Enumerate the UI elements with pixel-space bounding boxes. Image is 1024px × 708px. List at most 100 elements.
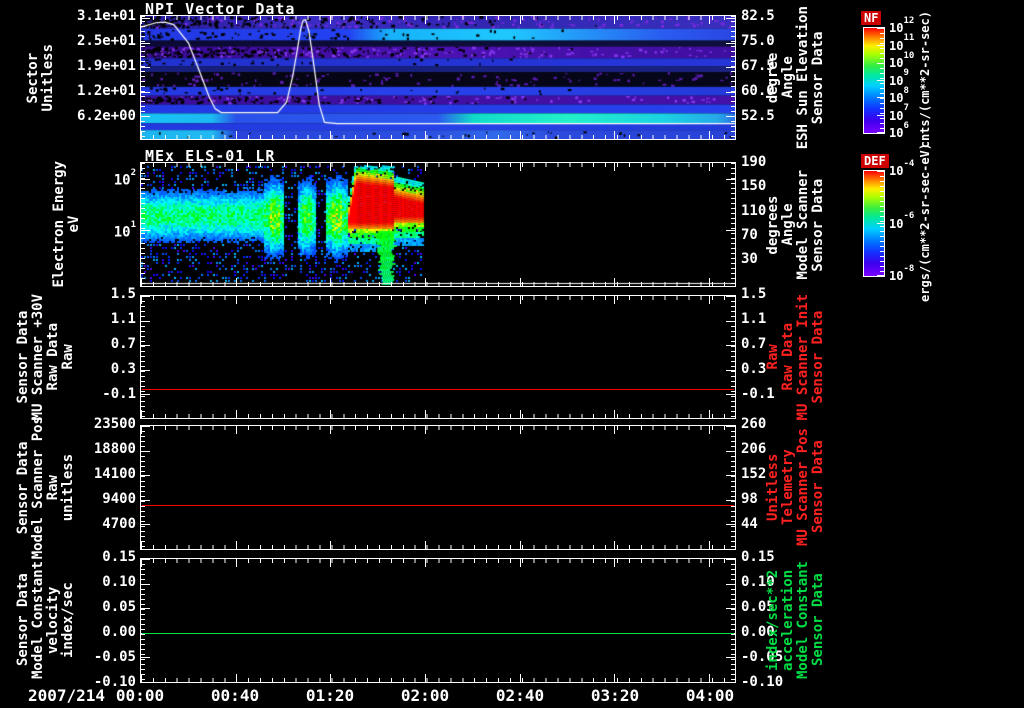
def-colorbar-units: ergs/(cm**2-sr-sec-eV) <box>918 143 932 302</box>
y-tick-label: 70 <box>741 226 758 243</box>
x-major-tick <box>235 278 237 286</box>
x-tick-label: 04:00 <box>685 686 735 705</box>
x-major-tick <box>330 296 332 304</box>
x-major-tick <box>141 296 142 304</box>
x-major-tick <box>614 163 616 171</box>
x-tick-label: 03:20 <box>590 686 640 705</box>
panel-mu-scanner-30v <box>140 295 736 419</box>
x-major-tick <box>425 410 427 418</box>
x-major-tick <box>709 131 711 139</box>
x-major-tick <box>519 410 521 418</box>
x-major-tick <box>519 674 521 682</box>
y-tick-label: 0.3 <box>741 361 767 378</box>
x-major-tick <box>519 163 521 171</box>
x-major-tick <box>519 559 521 567</box>
x-major-tick <box>330 674 332 682</box>
y-axis-label-wrap: Sector Unitless <box>25 15 56 140</box>
y-major-tick <box>141 450 150 452</box>
y-tick-label: 2.5e+01 <box>76 33 136 49</box>
x-major-tick <box>141 410 142 418</box>
y-tick-label: 260 <box>741 416 767 432</box>
x-major-tick <box>141 541 142 549</box>
y-major-tick <box>141 559 150 560</box>
x-major-tick <box>614 131 616 139</box>
x-major-tick <box>330 410 332 418</box>
panel-model-scanner-pos <box>140 425 736 550</box>
x-minor-ticks-top <box>141 426 735 430</box>
x-major-tick <box>614 541 616 549</box>
x-major-tick <box>709 16 711 24</box>
panel-els-spectrogram <box>140 162 736 287</box>
y-major-tick <box>726 178 735 180</box>
y-tick-label: 3.1e+01 <box>76 8 136 24</box>
y-minor-ticks-right <box>731 426 735 549</box>
x-major-tick <box>425 541 427 549</box>
x-major-tick <box>519 278 521 286</box>
right-axis-label-wrap: Sensor Data Model Scanner Angle degrees <box>765 162 826 287</box>
x-major-tick <box>425 16 427 24</box>
x-major-tick <box>141 278 142 286</box>
y-tick-label: 6.2e+00 <box>76 108 136 124</box>
x-major-tick <box>235 410 237 418</box>
x-major-tick <box>519 296 521 304</box>
x-major-tick <box>709 278 711 286</box>
y-major-tick <box>141 116 150 118</box>
y-minor-ticks-right <box>731 16 735 139</box>
right-axis-label: Sensor Data Model Constant acceleration ind… <box>765 561 826 680</box>
y-major-tick <box>726 559 735 560</box>
x-major-tick <box>709 296 711 304</box>
y-major-tick <box>141 608 150 610</box>
x-major-tick <box>614 278 616 286</box>
y-tick-label: 152 <box>741 466 767 482</box>
x-major-tick <box>519 16 521 24</box>
npi-spectrogram-canvas <box>141 16 735 139</box>
colorbar-major-tick <box>877 28 884 29</box>
colorbar-major-tick <box>877 223 884 224</box>
y-axis-label: Sensor Data Model Constant velocity index/s… <box>15 561 76 680</box>
y-tick-label: 1.2e+01 <box>76 83 136 99</box>
y-major-tick <box>726 524 735 526</box>
y-tick-label: 110 <box>741 202 767 219</box>
x-tick-label: 00:00 <box>115 686 165 705</box>
y-major-tick <box>726 475 735 477</box>
colorbar-major-tick <box>877 62 884 64</box>
right-axis-label: Sensor Data MU Scanner Init Raw Data Raw <box>765 293 826 421</box>
data-line <box>142 504 734 506</box>
right-axis-label-wrap: Sensor Data Model Constant acceleration ind… <box>765 558 826 683</box>
y-axis-label-wrap: Sensor Data MU Scanner +30V Raw Data Raw <box>15 294 76 420</box>
colorbar-major-tick <box>877 45 884 47</box>
colorbar-major-tick <box>877 275 884 276</box>
y-tick-label: 1.9e+01 <box>76 58 136 74</box>
panel-title: MEx ELS-01 LR <box>145 147 276 165</box>
y-minor-ticks-right <box>731 559 735 682</box>
nf-colorbar <box>863 27 885 134</box>
x-major-tick <box>235 674 237 682</box>
x-tick-label: 02:40 <box>495 686 545 705</box>
x-major-tick <box>330 278 332 286</box>
colorbar-tick-label: 106 <box>889 120 909 140</box>
colorbar-tick-label: 10-8 <box>889 263 915 283</box>
colorbar-tick-label: 1010 <box>889 50 915 70</box>
x-minor-ticks-bottom <box>141 545 735 549</box>
right-axis-label-wrap: Sensor Data MU Scanner Pos Telemetry Unitle… <box>765 425 826 550</box>
x-major-tick <box>709 541 711 549</box>
x-major-tick <box>425 674 427 682</box>
y-major-tick <box>141 296 150 297</box>
x-major-tick <box>425 559 427 567</box>
y-axis-label-wrap: Sensor Data Model Constant velocity index/s… <box>15 558 76 683</box>
x-major-tick <box>519 426 521 434</box>
y-major-tick <box>141 499 150 501</box>
x-major-tick <box>330 131 332 139</box>
spectrogram-figure: 2007/214 NF DEF cnts/(cm**2-sr-sec) ergs… <box>0 0 1024 708</box>
els-spectrogram-canvas <box>141 163 735 286</box>
y-minor-ticks-left <box>141 163 145 286</box>
x-major-tick <box>519 131 521 139</box>
y-major-tick <box>726 583 735 585</box>
x-major-tick <box>141 426 142 434</box>
x-major-tick <box>614 16 616 24</box>
x-major-tick <box>614 426 616 434</box>
y-major-tick <box>141 394 150 396</box>
y-axis-label-wrap: Electron Energy eV <box>51 161 82 287</box>
x-major-tick <box>614 559 616 567</box>
y-major-tick <box>726 394 735 396</box>
